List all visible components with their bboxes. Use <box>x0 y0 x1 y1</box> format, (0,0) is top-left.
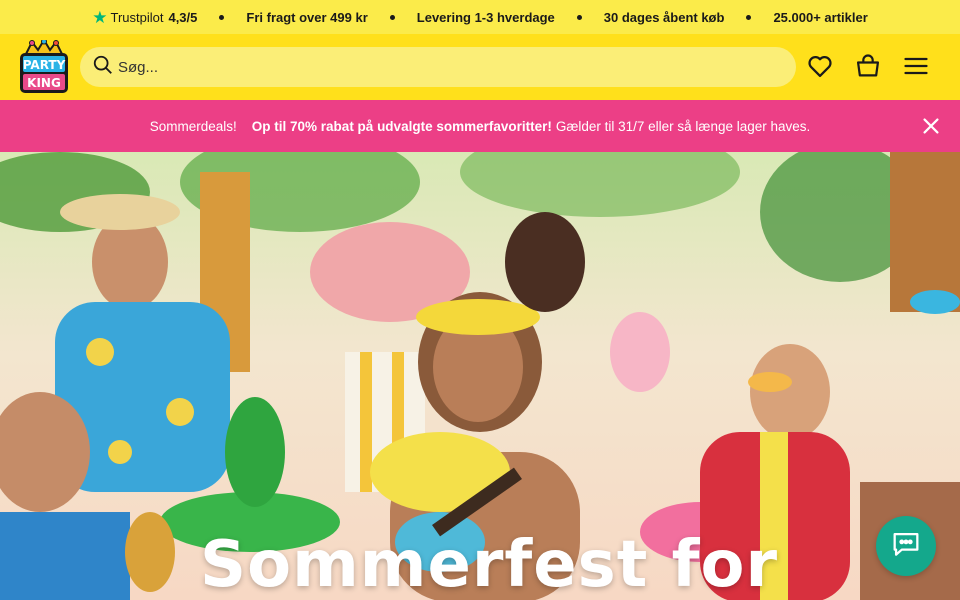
close-icon[interactable] <box>920 115 942 137</box>
promo-banner[interactable]: Sommerdeals! Op til 70% rabat på udvalgt… <box>0 100 960 152</box>
trustpilot-star-icon: ★ <box>92 7 108 27</box>
chat-icon <box>889 527 923 566</box>
search-bar[interactable] <box>80 47 796 87</box>
usp-bar: ★ Trustpilot 4,3/5 Fri fragt over 499 kr… <box>0 0 960 34</box>
trustpilot-score: 4,3/5 <box>168 9 198 25</box>
hero-title: Sommerfest for <box>200 528 778 600</box>
promo-terms: Gælder til 31/7 eller så længe lager hav… <box>555 118 811 134</box>
chat-button[interactable] <box>876 516 936 576</box>
promo-highlight: Op til 70% rabat på udvalgte sommerfavor… <box>251 118 552 134</box>
promo-lead: Sommerdeals! <box>149 118 237 134</box>
hero-banner[interactable]: Sommerfest for <box>0 152 960 600</box>
search-input[interactable] <box>118 58 758 76</box>
party-king-logo[interactable]: PARTY KING <box>18 38 70 94</box>
trustpilot-rating[interactable]: ★ Trustpilot 4,3/5 <box>92 9 197 26</box>
usp-products: 25.000+ artikler <box>773 9 868 25</box>
separator-dot <box>389 14 395 20</box>
logo-text-bottom: KING <box>27 76 61 90</box>
logo-text-top: PARTY <box>23 58 66 72</box>
heart-icon[interactable] <box>806 52 834 80</box>
site-header: PARTY KING <box>0 34 960 100</box>
usp-free-shipping: Fri fragt over 499 kr <box>246 9 368 25</box>
separator-dot <box>746 14 752 20</box>
separator-dot <box>219 14 225 20</box>
menu-icon[interactable] <box>902 52 930 80</box>
basket-icon[interactable] <box>854 52 882 80</box>
search-icon[interactable] <box>92 54 114 81</box>
separator-dot <box>576 14 582 20</box>
usp-returns: 30 dages åbent køb <box>603 9 725 25</box>
trustpilot-label: Trustpilot <box>110 9 164 25</box>
usp-delivery: Levering 1-3 hverdage <box>416 9 555 25</box>
